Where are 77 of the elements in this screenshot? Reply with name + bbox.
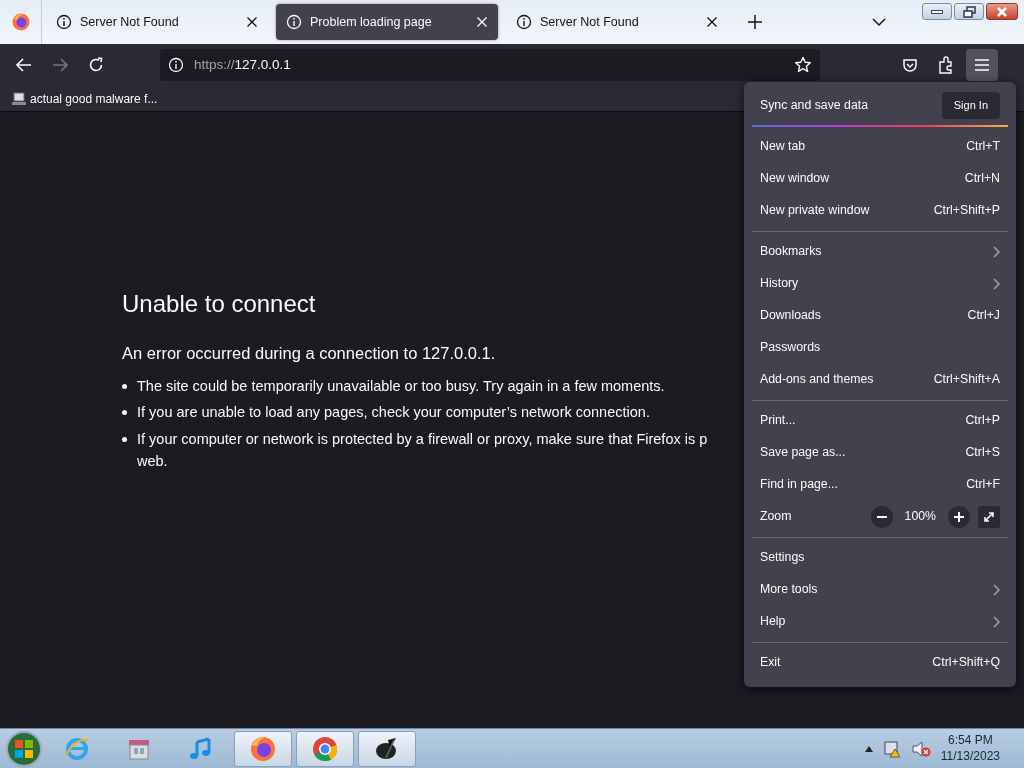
sign-in-button[interactable]: Sign In bbox=[941, 92, 1000, 119]
network-warning-icon[interactable] bbox=[882, 739, 901, 758]
pocket-icon bbox=[902, 57, 918, 73]
browser-tab[interactable]: Problem loading page bbox=[276, 4, 498, 40]
bookmark-link[interactable]: actual good malware f... bbox=[12, 89, 158, 108]
computer-icon bbox=[12, 91, 26, 106]
chevron-right-icon bbox=[993, 245, 1000, 258]
zoom-out-button[interactable] bbox=[870, 505, 893, 528]
bullet-icon bbox=[122, 410, 127, 416]
back-icon bbox=[16, 58, 32, 72]
expand-icon bbox=[983, 510, 995, 523]
zoom-level: 100% bbox=[903, 508, 937, 526]
close-icon[interactable] bbox=[246, 16, 258, 28]
menu-item[interactable]: Find in page... Ctrl+F bbox=[752, 468, 1008, 501]
restore-icon bbox=[962, 5, 976, 18]
plus-icon[interactable] bbox=[748, 15, 762, 29]
fullscreen-button[interactable] bbox=[978, 505, 1000, 528]
info-icon bbox=[56, 14, 72, 30]
minimize-button[interactable] bbox=[922, 3, 952, 20]
restore-button[interactable] bbox=[954, 3, 984, 20]
chevron-right-icon bbox=[993, 583, 1000, 596]
music-note-icon bbox=[188, 735, 214, 762]
triangle-up-icon[interactable] bbox=[864, 745, 873, 752]
browser-tab[interactable]: Server Not Found bbox=[46, 4, 268, 40]
start-orb-icon[interactable] bbox=[4, 729, 44, 768]
error-title: Unable to connect bbox=[122, 290, 316, 319]
menu-item[interactable]: New window Ctrl+N bbox=[752, 162, 1008, 195]
error-hint: If you are unable to load any pages, check your computer’s network connection. bbox=[137, 403, 650, 423]
info-icon bbox=[168, 57, 184, 73]
menu-item[interactable]: Settings bbox=[752, 541, 1008, 574]
menu-item[interactable]: Help bbox=[752, 605, 1008, 638]
close-icon bbox=[997, 6, 1007, 17]
chrome-icon bbox=[312, 735, 338, 762]
chevron-down-icon[interactable] bbox=[872, 17, 886, 27]
info-icon bbox=[516, 14, 532, 30]
error-message: An error occurred during a connection to 127.0.0.1. bbox=[122, 342, 496, 364]
menu-item[interactable]: Add-ons and themes Ctrl+Shift+A bbox=[752, 363, 1008, 396]
menu-icon bbox=[974, 58, 990, 72]
close-button[interactable] bbox=[986, 3, 1018, 20]
menu-button[interactable] bbox=[966, 49, 998, 81]
menu-item[interactable]: Save page as... Ctrl+S bbox=[752, 436, 1008, 469]
info-icon bbox=[286, 14, 302, 30]
menu-item[interactable]: Print... Ctrl+P bbox=[752, 404, 1008, 437]
forward-icon bbox=[52, 58, 68, 72]
bullet-icon bbox=[122, 437, 127, 443]
menu-item[interactable]: History bbox=[752, 267, 1008, 300]
browser-tab[interactable]: Server Not Found bbox=[506, 4, 728, 40]
chevron-right-icon bbox=[993, 615, 1000, 628]
star-icon[interactable] bbox=[794, 56, 812, 74]
zoom-in-button[interactable] bbox=[948, 505, 970, 528]
menu-item[interactable]: Passwords bbox=[752, 331, 1008, 364]
taskbar-button[interactable] bbox=[358, 730, 416, 767]
sync-label: Sync and save data bbox=[760, 97, 868, 115]
url-text: https://127.0.0.1 bbox=[194, 55, 291, 74]
firefox-icon bbox=[250, 735, 276, 762]
puzzle-icon bbox=[938, 56, 954, 74]
clock[interactable]: 6:54 PM 11/13/2023 bbox=[940, 732, 1000, 765]
error-hint: If your computer or network is protected by a firewall or proxy, make sure that Firefox is p web. bbox=[137, 430, 708, 471]
bullet-icon bbox=[122, 383, 127, 389]
browser-e-icon bbox=[64, 735, 90, 762]
menu-label: Zoom bbox=[760, 508, 792, 526]
address-bar[interactable]: https://127.0.0.1 bbox=[160, 49, 820, 81]
menu-item[interactable]: New tab Ctrl+T bbox=[752, 130, 1008, 163]
minus-icon bbox=[876, 515, 887, 518]
speaker-muted-icon[interactable] bbox=[910, 739, 931, 758]
menu-item[interactable]: Exit Ctrl+Shift+Q bbox=[752, 646, 1008, 679]
close-icon[interactable] bbox=[706, 16, 718, 28]
reload-icon bbox=[88, 57, 104, 73]
menu-item[interactable]: Bookmarks bbox=[752, 235, 1008, 268]
error-hint: The site could be temporarily unavailable or too busy. Try again in a few moments. bbox=[137, 376, 665, 396]
menu-item[interactable]: More tools bbox=[752, 573, 1008, 606]
minimize-icon bbox=[931, 9, 943, 14]
menu-item[interactable]: New private window Ctrl+Shift+P bbox=[752, 194, 1008, 227]
chevron-right-icon bbox=[993, 277, 1000, 290]
firefox-icon[interactable] bbox=[11, 13, 30, 31]
menu-item[interactable]: Downloads Ctrl+J bbox=[752, 299, 1008, 332]
plus-icon bbox=[954, 511, 964, 522]
